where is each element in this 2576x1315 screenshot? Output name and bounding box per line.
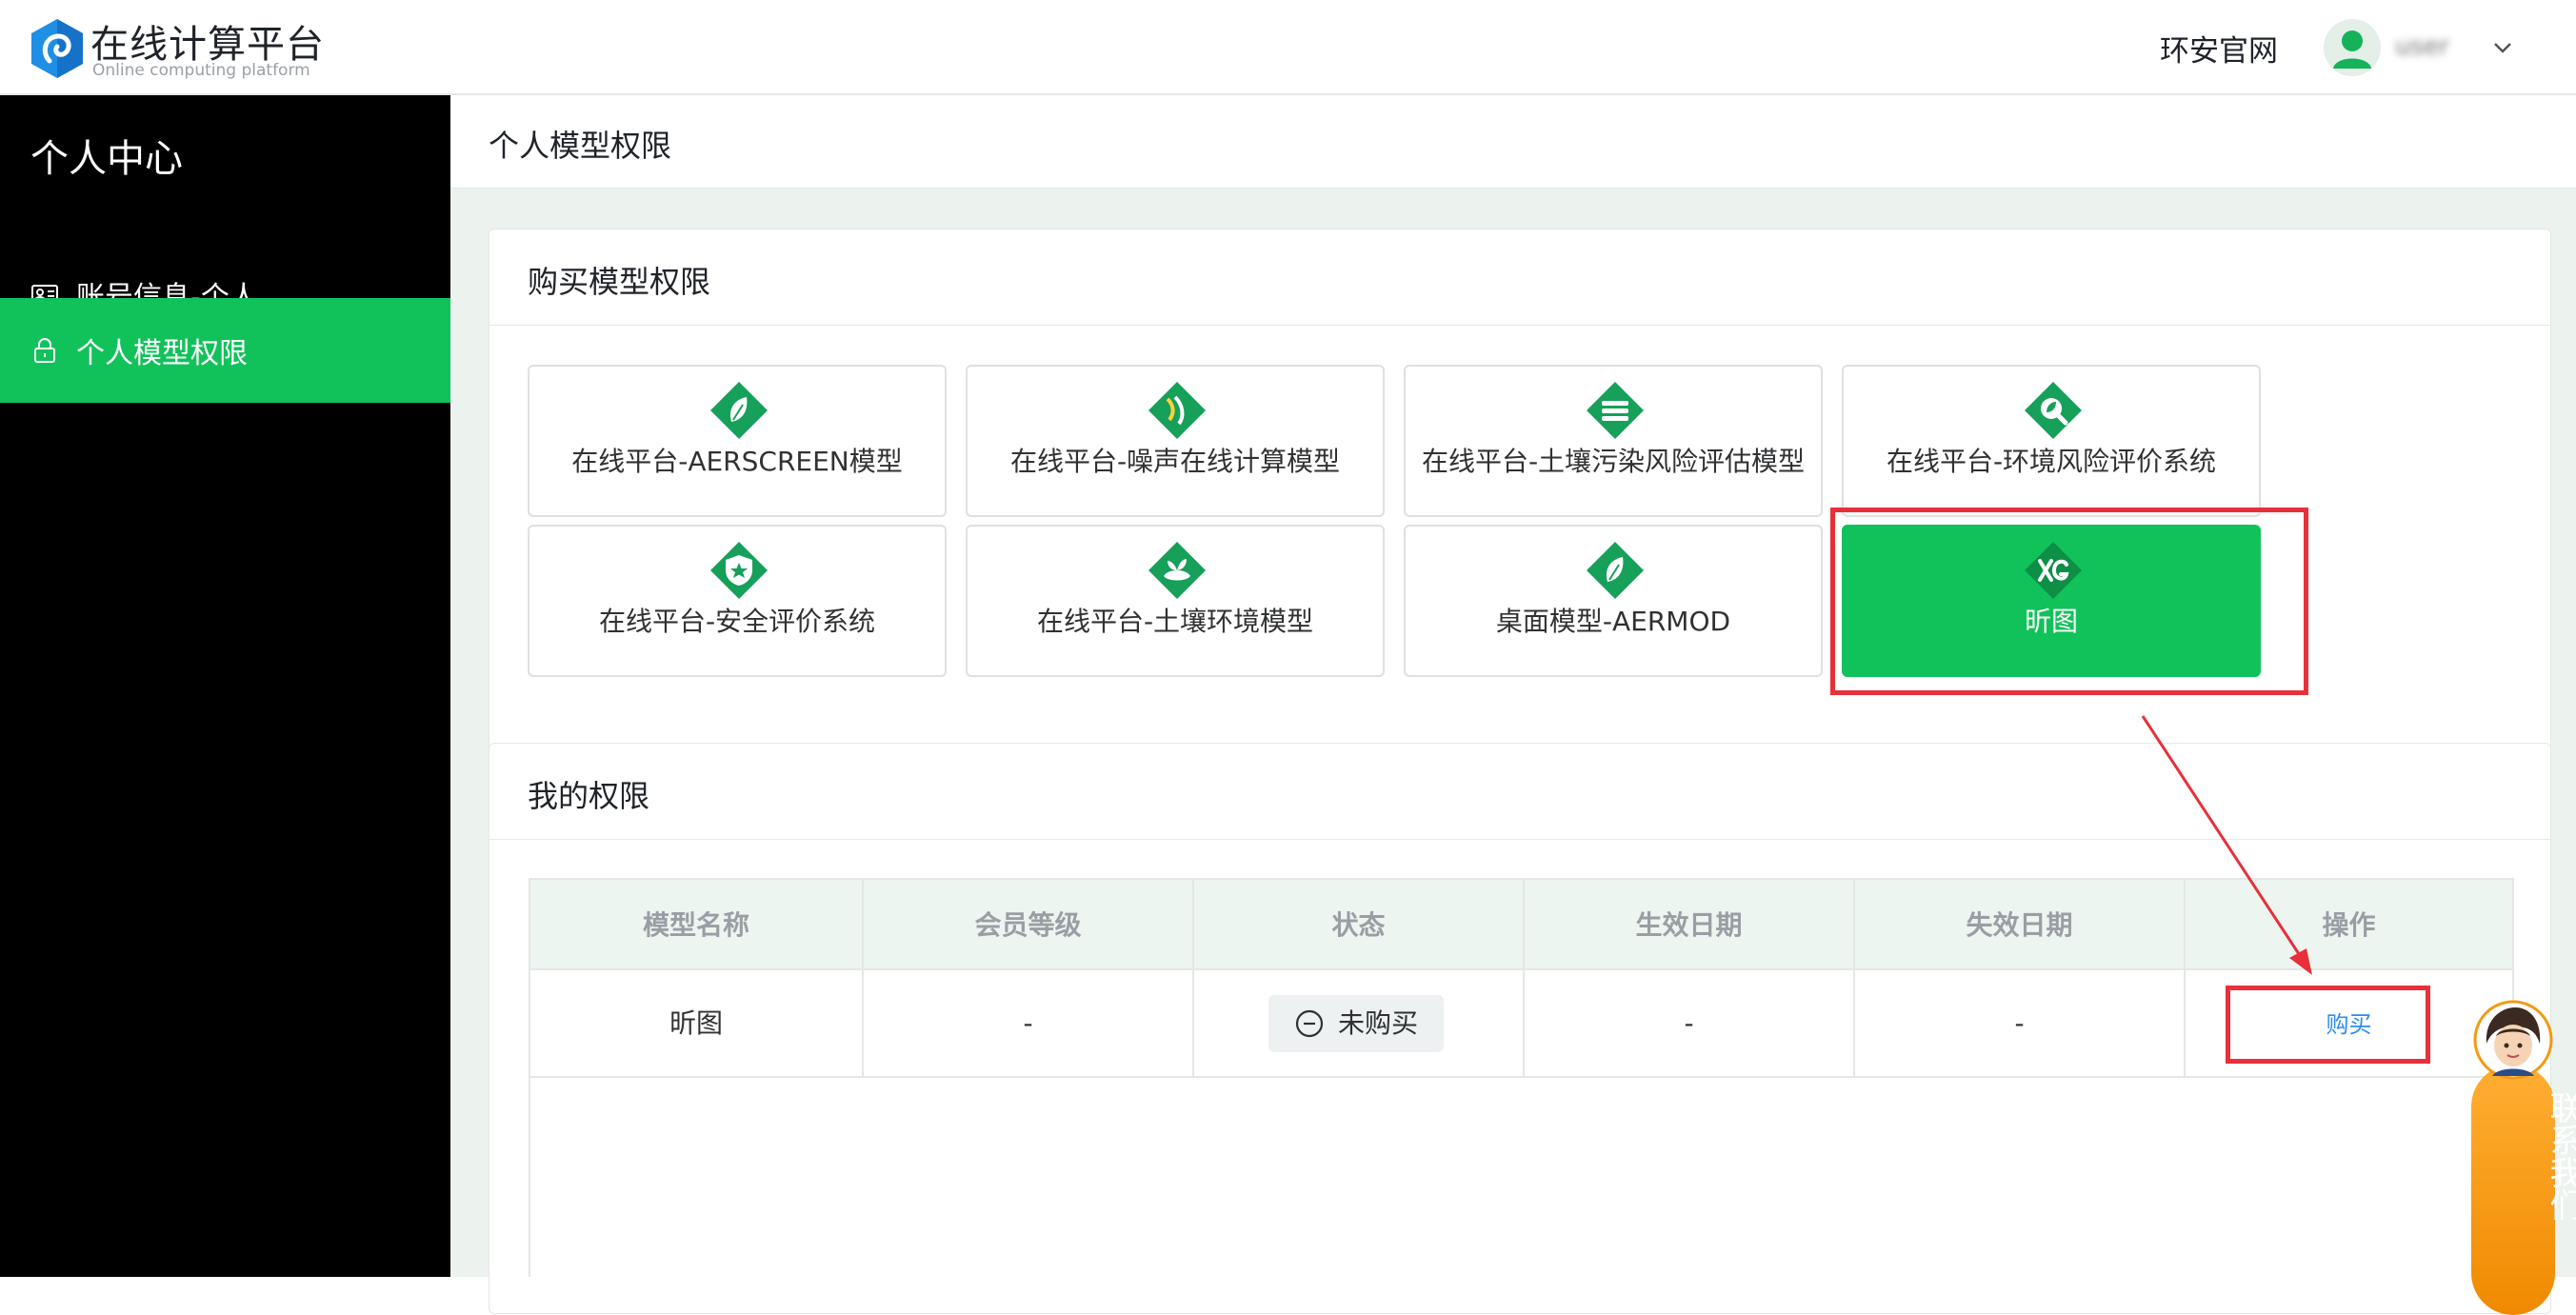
- sidebar: 个人中心 账号信息-个人 个人模型权限: [0, 95, 450, 1277]
- table-header: 模型名称 会员等级 状态 生效日期 失效日期 操作: [530, 878, 2512, 970]
- status-badge: 未购买: [1268, 995, 1444, 1052]
- column-header-end-date: 失效日期: [1855, 880, 2186, 970]
- chevron-down-icon[interactable]: [2487, 32, 2518, 63]
- model-tile-aerscreen[interactable]: 在线平台-AERSCREEN模型: [528, 365, 947, 517]
- permissions-table: 模型名称 会员等级 状态 生效日期 失效日期 操作 昕图 - 未购买 - - 购…: [529, 878, 2514, 1277]
- permissions-section-title: 我的权限: [528, 778, 650, 814]
- model-tile-label: 在线平台-噪声在线计算模型: [1009, 446, 1341, 477]
- official-website-link[interactable]: 环安官网: [2160, 27, 2278, 70]
- user-avatar[interactable]: [2324, 19, 2381, 76]
- top-header: 在线计算平台 Online computing platform 环安官网 us…: [0, 0, 2576, 95]
- cell-status: 未购买: [1194, 970, 1525, 1076]
- cell-model-name: 昕图: [530, 970, 864, 1076]
- column-header-start-date: 生效日期: [1525, 880, 1855, 970]
- model-tile-soil-env[interactable]: 在线平台-土壤环境模型: [966, 525, 1385, 677]
- brand-subtitle: Online computing platform: [92, 61, 310, 80]
- cell-start-date: -: [1525, 970, 1855, 1076]
- magnifier-leaf-icon: [2025, 382, 2082, 439]
- model-tile-label: 在线平台-土壤环境模型: [1036, 606, 1314, 637]
- column-header-model-name: 模型名称: [530, 880, 864, 970]
- sprout-icon: [1148, 542, 1206, 599]
- platform-logo-icon[interactable]: [29, 17, 86, 80]
- cell-member-level: -: [864, 970, 1194, 1076]
- model-tile-env-risk[interactable]: 在线平台-环境风险评价系统: [1842, 365, 2261, 517]
- page-header: 个人模型权限: [450, 95, 2576, 189]
- user-icon: [2333, 30, 2371, 69]
- model-tile-label: 在线平台-安全评价系统: [598, 606, 876, 637]
- model-tile-label: 在线平台-环境风险评价系统: [1886, 446, 2217, 477]
- model-tile-soil-risk[interactable]: 在线平台-土壤污染风险评估模型: [1404, 365, 1823, 517]
- contact-us-widget[interactable]: 联系我们: [2469, 998, 2576, 1315]
- column-header-action: 操作: [2322, 909, 2376, 941]
- column-header-member-level: 会员等级: [864, 880, 1194, 970]
- lock-icon: [34, 338, 55, 363]
- model-tile-noise[interactable]: 在线平台-噪声在线计算模型: [966, 365, 1385, 517]
- annotation-highlight-box: [2226, 986, 2430, 1064]
- leaf-icon: [710, 382, 768, 439]
- divider: [489, 839, 2550, 840]
- annotation-highlight-box: [1830, 508, 2308, 695]
- model-tile-label: 在线平台-土壤污染风险评估模型: [1421, 446, 1806, 477]
- model-tile-aermod[interactable]: 桌面模型-AERMOD: [1404, 525, 1823, 677]
- shield-star-icon: [710, 542, 768, 599]
- soil-layers-icon: [1587, 382, 1644, 439]
- noise-wave-icon: [1148, 382, 1206, 439]
- model-tile-label: 在线平台-AERSCREEN模型: [571, 446, 903, 477]
- model-tile-label: 桌面模型-AERMOD: [1495, 606, 1731, 637]
- leaf-icon: [1587, 542, 1644, 599]
- table-row: 昕图 - 未购买 - - 购买: [530, 970, 2512, 1078]
- divider: [489, 325, 2550, 326]
- status-text: 未购买: [1337, 1007, 1418, 1039]
- username[interactable]: user: [2395, 32, 2469, 63]
- customer-service-avatar-icon: [2473, 1000, 2553, 1080]
- cell-end-date: -: [1855, 970, 2186, 1076]
- sidebar-title: 个人中心: [30, 137, 183, 181]
- column-header-status: 状态: [1194, 880, 1525, 970]
- purchase-section-title: 购买模型权限: [528, 264, 711, 300]
- page-title: 个人模型权限: [489, 128, 672, 164]
- minus-circle-icon: [1295, 1009, 1324, 1038]
- sidebar-item-model-permissions[interactable]: 个人模型权限: [0, 298, 450, 403]
- contact-us-label: 联系我们: [2544, 1091, 2576, 1221]
- sidebar-item-label: 个人模型权限: [76, 337, 248, 370]
- model-tile-safety[interactable]: 在线平台-安全评价系统: [528, 525, 947, 677]
